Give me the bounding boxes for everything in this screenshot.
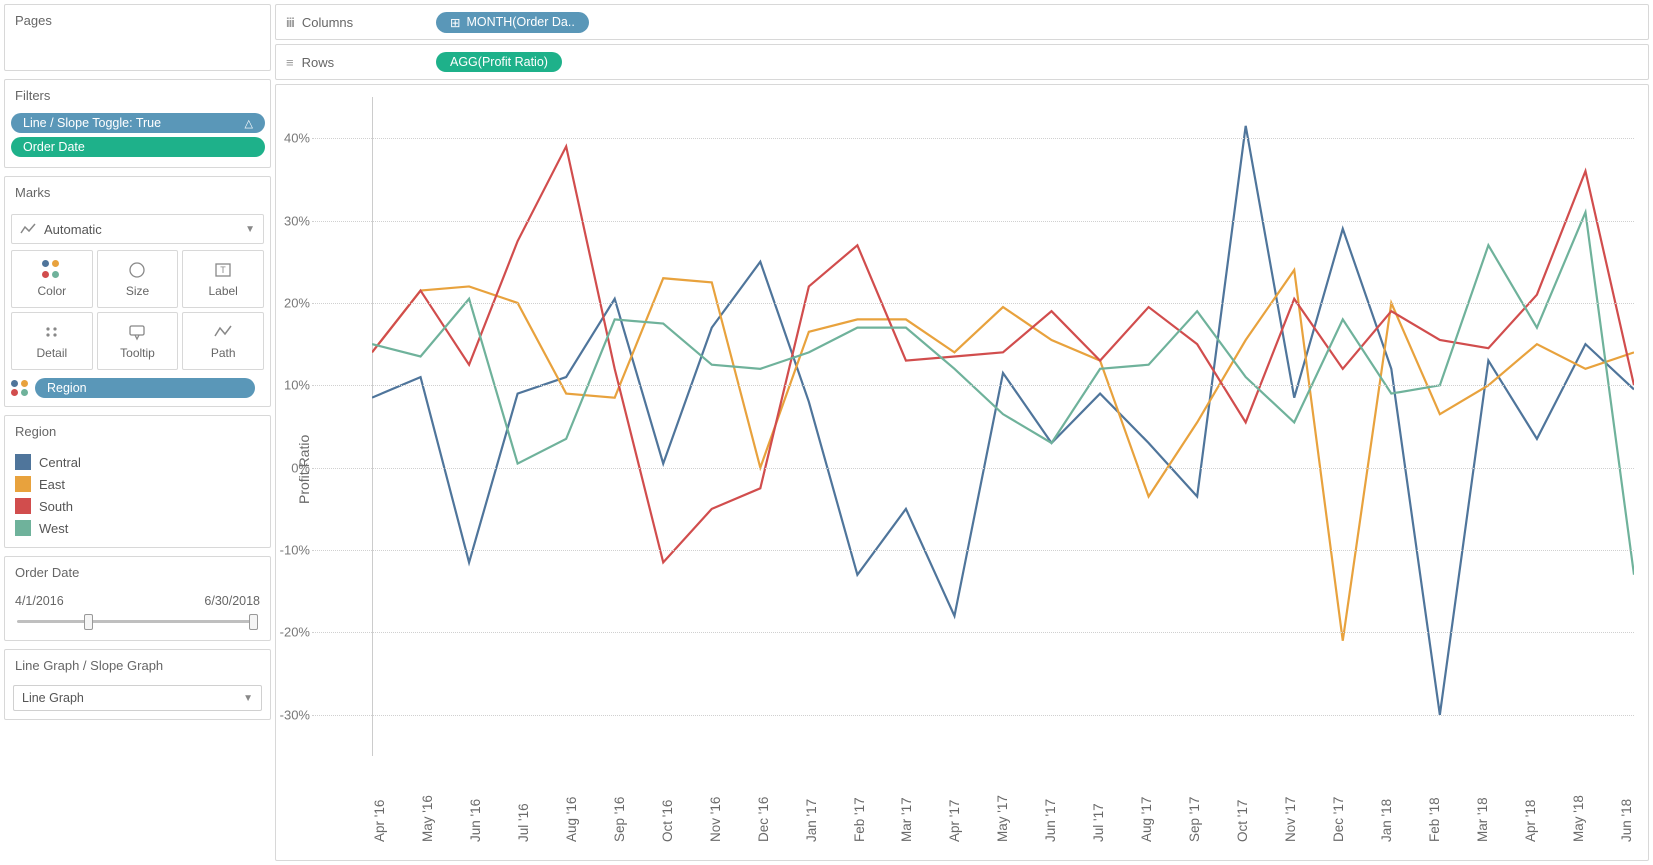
- mark-tooltip-button[interactable]: Tooltip: [97, 312, 179, 370]
- pages-title: Pages: [5, 5, 270, 36]
- series-east[interactable]: [372, 270, 1634, 641]
- columns-label: Columns: [302, 15, 353, 30]
- chart[interactable]: Profit Ratio -30%-20%-10%0%10%20%30%40% …: [275, 84, 1649, 861]
- legend-item[interactable]: Central: [15, 451, 260, 473]
- graph-type-select[interactable]: Line Graph ▼: [13, 685, 262, 711]
- rows-shelf[interactable]: ≡ Rows AGG(Profit Ratio): [275, 44, 1649, 80]
- line-icon: [20, 221, 36, 237]
- color-legend-icon: [11, 380, 29, 396]
- region-pill[interactable]: Region: [35, 378, 255, 398]
- x-tick: Apr '18: [1523, 764, 1538, 842]
- x-tick: Jan '18: [1379, 764, 1394, 842]
- x-tick: May '16: [420, 764, 435, 842]
- legend-title: Region: [5, 416, 270, 447]
- x-tick: Feb '18: [1427, 764, 1442, 842]
- series-south[interactable]: [372, 146, 1634, 562]
- y-tick: 30%: [266, 213, 310, 228]
- filter-pill[interactable]: Line / Slope Toggle: True△: [11, 113, 265, 133]
- x-tick: Dec '16: [756, 764, 771, 842]
- marks-panel: Marks Automatic ▼ ColorSizeTLabelDetailT…: [4, 176, 271, 407]
- columns-shelf[interactable]: iii Columns ⊞ MONTH(Order Da..: [275, 4, 1649, 40]
- mark-label-button[interactable]: TLabel: [182, 250, 264, 308]
- x-tick: Apr '17: [947, 764, 962, 842]
- y-tick: 0%: [266, 460, 310, 475]
- filter-pill[interactable]: Order Date: [11, 137, 265, 157]
- date-filter-panel: Order Date 4/1/2016 6/30/2018: [4, 556, 271, 641]
- series-central[interactable]: [372, 126, 1634, 715]
- x-tick: Nov '17: [1283, 764, 1298, 842]
- x-tick: Jun '16: [468, 764, 483, 842]
- marks-type-selector[interactable]: Automatic ▼: [11, 214, 264, 244]
- y-tick: -20%: [266, 625, 310, 640]
- slider-handle-end[interactable]: [249, 614, 258, 630]
- date-slider[interactable]: [17, 612, 258, 632]
- x-tick: Feb '17: [852, 764, 867, 842]
- y-tick: 40%: [266, 131, 310, 146]
- series-west[interactable]: [372, 212, 1634, 574]
- x-tick: Apr '16: [372, 764, 387, 842]
- caret-down-icon: ▼: [245, 224, 255, 235]
- legend-panel: Region CentralEastSouthWest: [4, 415, 271, 548]
- x-tick: Sep '17: [1187, 764, 1202, 842]
- y-tick: 10%: [266, 378, 310, 393]
- marks-title: Marks: [5, 177, 270, 208]
- x-tick: Aug '17: [1139, 764, 1154, 842]
- legend-item[interactable]: East: [15, 473, 260, 495]
- graph-type-panel: Line Graph / Slope Graph Line Graph ▼: [4, 649, 271, 720]
- columns-pill[interactable]: ⊞ MONTH(Order Da..: [436, 12, 589, 33]
- x-tick: Nov '16: [708, 764, 723, 842]
- x-tick: Dec '17: [1331, 764, 1346, 842]
- legend-item[interactable]: South: [15, 495, 260, 517]
- x-tick: May '18: [1571, 764, 1586, 842]
- mark-detail-button[interactable]: Detail: [11, 312, 93, 370]
- x-tick: Mar '17: [899, 764, 914, 842]
- mark-color-button[interactable]: Color: [11, 250, 93, 308]
- x-tick: Jun '17: [1043, 764, 1058, 842]
- y-tick: -30%: [266, 707, 310, 722]
- svg-text:T: T: [220, 265, 226, 275]
- rows-icon: ≡: [286, 55, 294, 70]
- x-tick: Sep '16: [612, 764, 627, 842]
- x-tick: Oct '17: [1235, 764, 1250, 842]
- x-tick: Aug '16: [564, 764, 579, 842]
- x-tick: May '17: [995, 764, 1010, 842]
- filters-title: Filters: [5, 80, 270, 111]
- slider-handle-start[interactable]: [84, 614, 93, 630]
- x-tick: Jun '18: [1619, 764, 1634, 842]
- y-tick: 20%: [266, 295, 310, 310]
- y-tick: -10%: [266, 543, 310, 558]
- columns-icon: iii: [286, 15, 294, 30]
- legend-item[interactable]: West: [15, 517, 260, 539]
- graph-select-title: Line Graph / Slope Graph: [5, 650, 270, 681]
- x-tick: Jul '16: [516, 764, 531, 842]
- mark-path-button[interactable]: Path: [182, 312, 264, 370]
- filters-panel: Filters Line / Slope Toggle: True△ Order …: [4, 79, 271, 168]
- date-end: 6/30/2018: [204, 594, 260, 608]
- x-tick: Jul '17: [1091, 764, 1106, 842]
- caret-down-icon: ▼: [243, 693, 253, 704]
- x-tick: Mar '18: [1475, 764, 1490, 842]
- rows-label: Rows: [302, 55, 335, 70]
- mark-size-button[interactable]: Size: [97, 250, 179, 308]
- marks-type-label: Automatic: [44, 222, 102, 237]
- x-tick: Oct '16: [660, 764, 675, 842]
- rows-pill[interactable]: AGG(Profit Ratio): [436, 52, 562, 72]
- x-tick: Jan '17: [804, 764, 819, 842]
- date-filter-title: Order Date: [5, 557, 270, 588]
- pages-panel: Pages: [4, 4, 271, 71]
- date-start: 4/1/2016: [15, 594, 64, 608]
